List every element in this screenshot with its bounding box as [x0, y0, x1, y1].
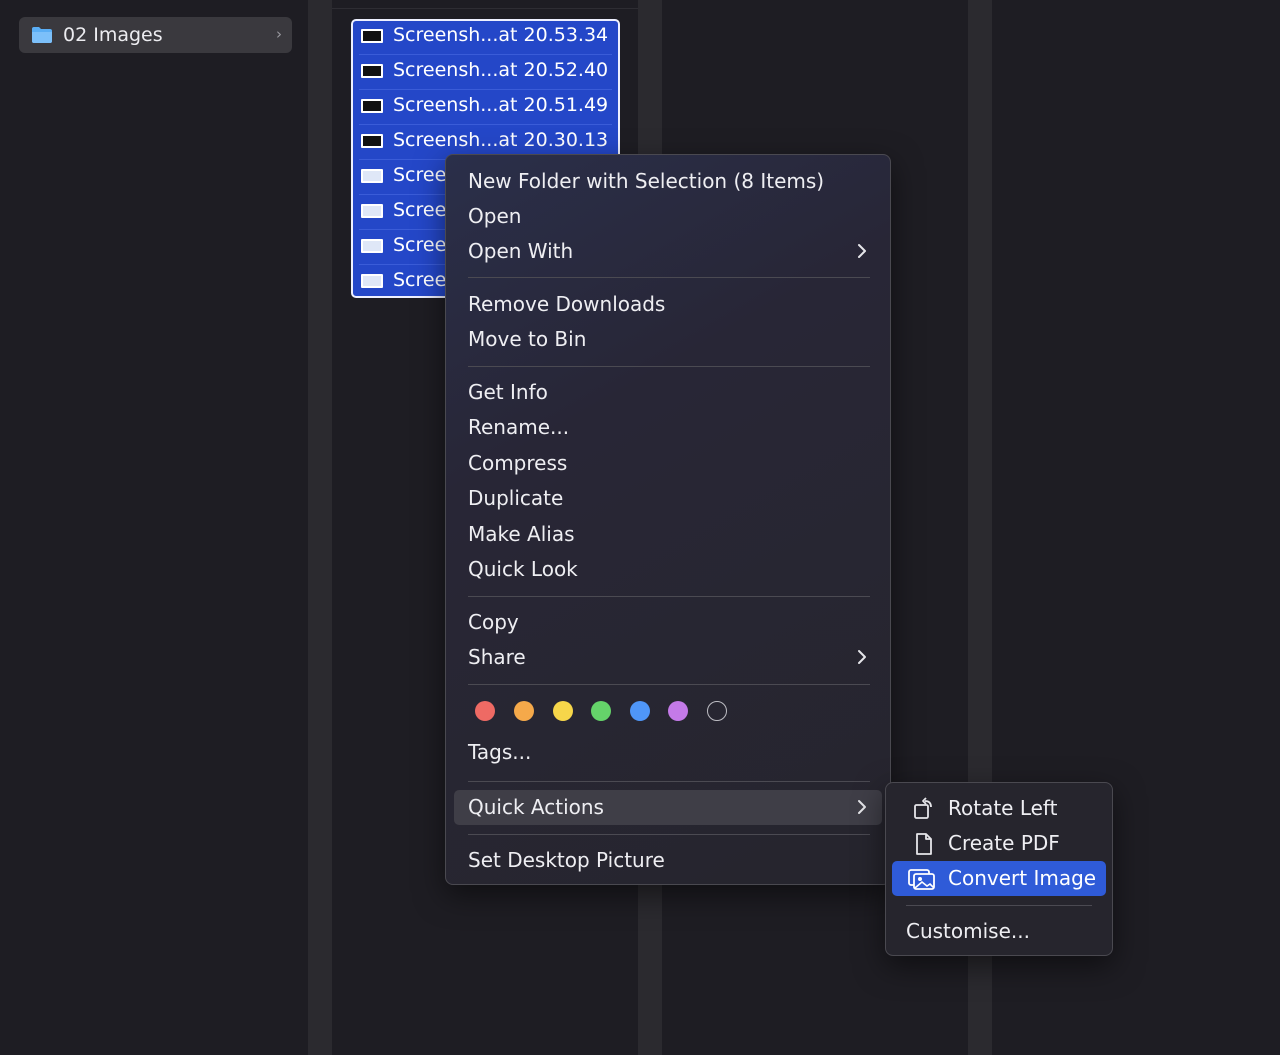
menu-separator — [468, 684, 870, 685]
file-name: Scree — [393, 199, 447, 221]
tag-orange-dot[interactable] — [514, 701, 534, 721]
image-file-icon — [361, 29, 383, 43]
file-name: Screensh...at 20.51.49 — [393, 94, 609, 116]
menu-item-open-with[interactable]: Open With — [454, 234, 882, 269]
menu-item-copy[interactable]: Copy — [454, 605, 882, 640]
menu-item-label: Quick Look — [468, 557, 578, 581]
submenu-item-convert-image[interactable]: Convert Image — [892, 861, 1106, 896]
submenu-item-label: Create PDF — [948, 831, 1060, 855]
menu-item-rename[interactable]: Rename... — [454, 410, 882, 445]
image-file-icon — [361, 99, 383, 113]
image-file-icon — [361, 134, 383, 148]
rotate-left-icon — [914, 797, 932, 819]
column-1: 02 Images › — [0, 0, 308, 1055]
menu-item-label: New Folder with Selection (8 Items) — [468, 169, 825, 193]
image-file-icon — [361, 274, 383, 288]
menu-separator — [906, 905, 1092, 906]
context-menu: New Folder with Selection (8 Items) Open… — [445, 154, 891, 885]
tag-yellow-dot[interactable] — [553, 701, 573, 721]
chevron-right-icon: › — [276, 25, 282, 43]
chevron-right-icon — [858, 244, 866, 258]
menu-item-make-alias[interactable]: Make Alias — [454, 517, 882, 552]
file-name: Scree — [393, 164, 447, 186]
image-file-icon — [361, 204, 383, 218]
tag-red-dot[interactable] — [475, 701, 495, 721]
file-item[interactable]: Screensh...at 20.53.34 — [353, 20, 618, 55]
folder-item-02-images[interactable]: 02 Images › — [19, 17, 292, 53]
submenu-item-label: Customise... — [906, 919, 1030, 943]
menu-item-remove-downloads[interactable]: Remove Downloads — [454, 287, 882, 322]
menu-item-label: Remove Downloads — [468, 292, 666, 316]
menu-item-label: Compress — [468, 451, 568, 475]
file-item[interactable]: Screensh...at 20.51.49 — [353, 90, 618, 125]
file-name: Screensh...at 20.53.34 — [393, 24, 609, 46]
submenu-item-customise[interactable]: Customise... — [892, 914, 1106, 949]
menu-item-label: Duplicate — [468, 486, 564, 510]
folder-label: 02 Images — [63, 24, 163, 46]
menu-item-set-desktop-picture[interactable]: Set Desktop Picture — [454, 843, 882, 878]
menu-item-label: Quick Actions — [468, 795, 604, 819]
tag-green-dot[interactable] — [591, 701, 611, 721]
chevron-right-icon — [858, 800, 866, 814]
menu-item-open[interactable]: Open — [454, 199, 882, 234]
submenu-item-label: Rotate Left — [948, 796, 1058, 820]
file-name: Scree — [393, 269, 447, 291]
tag-blue-dot[interactable] — [630, 701, 650, 721]
menu-item-label: Get Info — [468, 380, 548, 404]
file-item[interactable]: Screensh...at 20.52.40 — [353, 55, 618, 90]
menu-item-label: Move to Bin — [468, 327, 587, 351]
menu-item-compress[interactable]: Compress — [454, 446, 882, 481]
menu-item-label: Tags... — [468, 740, 532, 764]
tag-purple-dot[interactable] — [668, 701, 688, 721]
file-name: Screensh...at 20.30.13 — [393, 129, 609, 151]
menu-item-quick-look[interactable]: Quick Look — [454, 552, 882, 587]
menu-item-label: Open — [468, 204, 522, 228]
document-icon — [916, 833, 932, 855]
file-name: Screensh...at 20.52.40 — [393, 59, 609, 81]
menu-item-share[interactable]: Share — [454, 640, 882, 675]
image-file-icon — [361, 64, 383, 78]
submenu-item-label: Convert Image — [948, 866, 1097, 890]
column-divider[interactable] — [308, 0, 332, 1055]
menu-item-label: Make Alias — [468, 522, 575, 546]
image-file-icon — [361, 239, 383, 253]
menu-item-duplicate[interactable]: Duplicate — [454, 481, 882, 516]
menu-item-label: Share — [468, 645, 526, 669]
menu-item-move-to-bin[interactable]: Move to Bin — [454, 322, 882, 357]
chevron-right-icon — [858, 650, 866, 664]
submenu-item-rotate-left[interactable]: Rotate Left — [892, 791, 1106, 826]
tag-none-dot[interactable] — [707, 701, 727, 721]
convert-image-icon — [908, 869, 935, 890]
submenu-item-create-pdf[interactable]: Create PDF — [892, 826, 1106, 861]
image-file-icon — [361, 169, 383, 183]
menu-separator — [468, 781, 870, 782]
menu-item-label: Set Desktop Picture — [468, 848, 665, 872]
menu-separator — [468, 834, 870, 835]
menu-item-label: Rename... — [468, 415, 570, 439]
menu-item-label: Open With — [468, 239, 574, 263]
menu-separator — [468, 596, 870, 597]
menu-item-quick-actions[interactable]: Quick Actions — [454, 790, 882, 825]
menu-separator — [468, 277, 870, 278]
menu-item-tags[interactable]: Tags... — [454, 735, 882, 770]
file-name: Scree — [393, 234, 447, 256]
menu-item-new-folder-with-selection[interactable]: New Folder with Selection (8 Items) — [454, 164, 882, 199]
menu-item-label: Copy — [468, 610, 519, 634]
folder-icon — [32, 27, 52, 43]
quick-actions-submenu: Rotate Left Create PDF Convert Image Cus… — [885, 782, 1113, 956]
menu-separator — [468, 366, 870, 367]
menu-item-get-info[interactable]: Get Info — [454, 375, 882, 410]
